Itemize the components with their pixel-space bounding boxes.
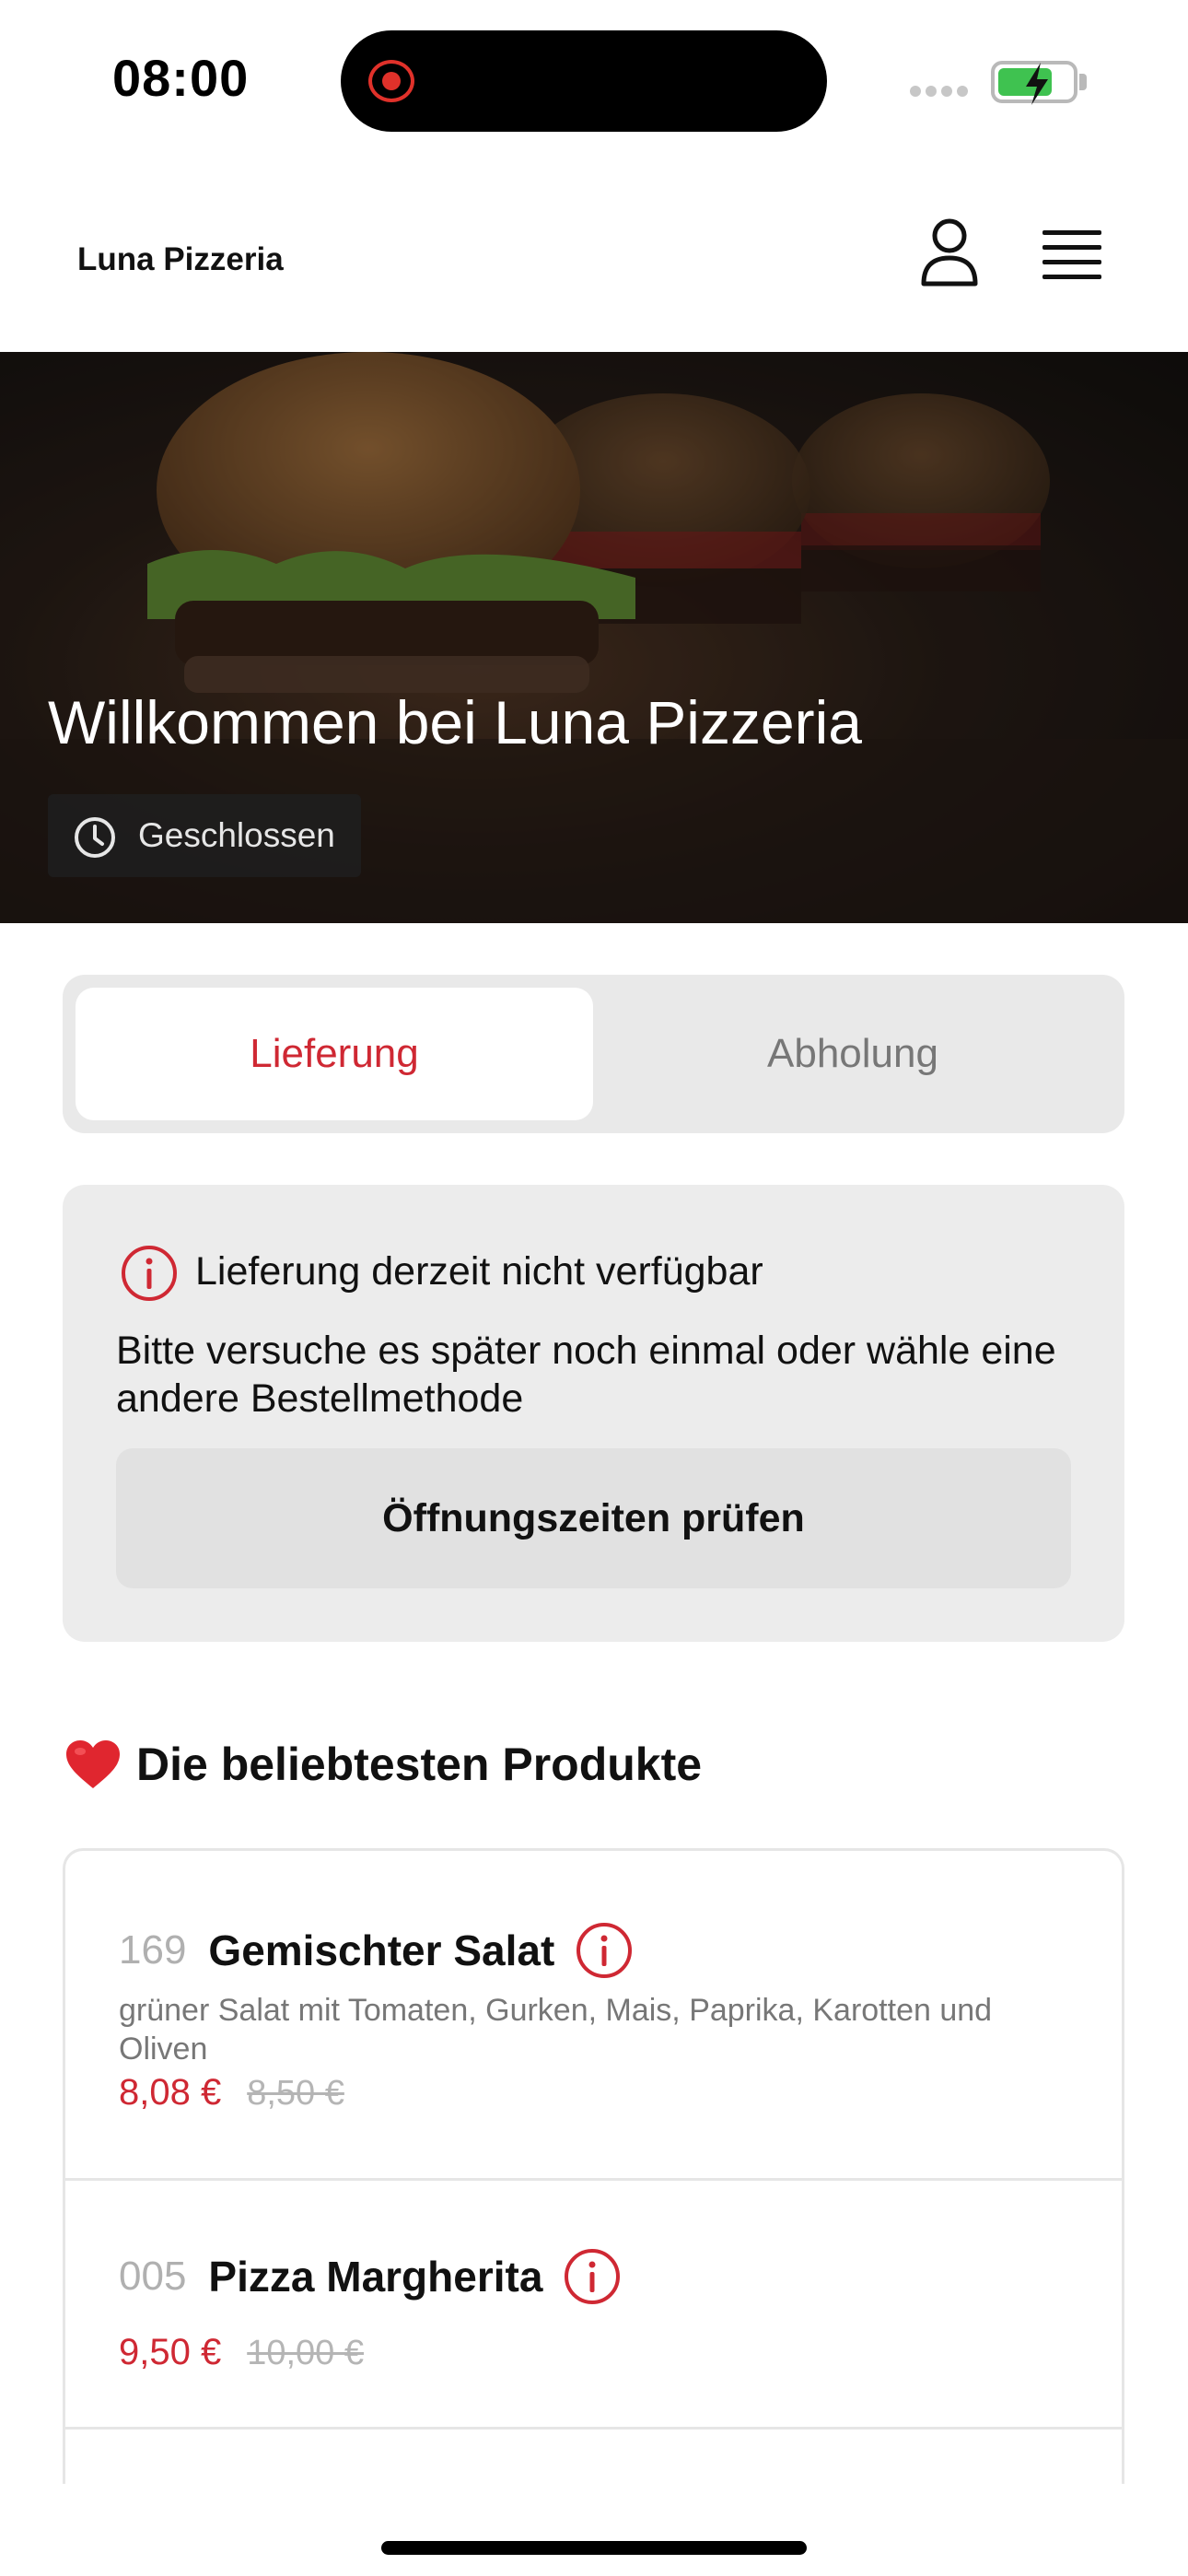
notice-text: Bitte versuche es später noch einmal ode…: [116, 1329, 1056, 1421]
order-method-tabs: Lieferung Abholung: [63, 975, 1124, 1133]
brand-name[interactable]: Luna Pizzeria: [77, 241, 284, 278]
app-header: Luna Pizzeria: [0, 157, 1188, 352]
tab-delivery[interactable]: Lieferung: [76, 988, 593, 1120]
product-header: 169 Gemischter Salat: [119, 1921, 634, 1980]
product-item[interactable]: 169 Gemischter Salat grüner Salat mit To…: [65, 1851, 1122, 2181]
check-opening-hours-button[interactable]: Öffnungszeiten prüfen: [116, 1448, 1071, 1588]
user-icon[interactable]: [919, 217, 980, 287]
status-time: 08:00: [112, 49, 250, 107]
product-number: 005: [119, 2254, 187, 2299]
product-price: 9,50 €: [119, 2332, 222, 2372]
hero-banner: Willkommen bei Luna Pizzeria Geschlossen: [0, 352, 1188, 923]
product-old-price: 10,00 €: [247, 2334, 365, 2372]
app-screen: 08:00 Luna Pizzeria Willkommen bei Luna …: [0, 0, 1188, 2576]
notice-title: Lieferung derzeit nicht verfügbar: [195, 1249, 763, 1294]
home-indicator[interactable]: [381, 2541, 807, 2555]
product-price: 8,08 €: [119, 2072, 222, 2113]
dynamic-island: [341, 30, 827, 132]
info-icon[interactable]: [563, 2247, 622, 2306]
record-icon: [368, 60, 414, 102]
heart-icon: [66, 1740, 120, 1788]
product-item[interactable]: [65, 2430, 1122, 2484]
info-icon[interactable]: [575, 1921, 634, 1980]
product-old-price: 8,50 €: [247, 2074, 344, 2113]
product-item[interactable]: 005 Pizza Margherita 9,50 € 10,00 €: [65, 2181, 1122, 2430]
delivery-unavailable-notice: Lieferung derzeit nicht verfügbar Bitte …: [63, 1185, 1124, 1642]
opening-status-badge: Geschlossen: [48, 794, 361, 877]
tab-pickup[interactable]: Abholung: [594, 988, 1112, 1120]
popular-products-heading: Die beliebtesten Produkte: [64, 1738, 702, 1791]
product-name: Gemischter Salat: [208, 1926, 555, 1974]
product-name: Pizza Margherita: [208, 2253, 543, 2301]
popular-products-list: 169 Gemischter Salat grüner Salat mit To…: [63, 1848, 1124, 2484]
signal-icon: [910, 85, 974, 98]
clock-icon: [75, 817, 115, 858]
product-description: grüner Salat mit Tomaten, Gurken, Mais, …: [119, 1993, 993, 2067]
status-bar: 08:00: [0, 0, 1188, 157]
product-prices: 9,50 € 10,00 €: [119, 2332, 364, 2373]
menu-icon[interactable]: [1042, 230, 1103, 282]
opening-status-text: Geschlossen: [138, 816, 335, 854]
info-icon: [122, 1246, 177, 1301]
battery-tip: [1079, 74, 1087, 90]
hero-title: Willkommen bei Luna Pizzeria: [48, 688, 863, 756]
product-header: 005 Pizza Margherita: [119, 2247, 622, 2306]
popular-products-title: Die beliebtesten Produkte: [136, 1739, 703, 1790]
product-number: 169: [119, 1927, 187, 1973]
battery-icon: [991, 61, 1077, 105]
product-prices: 8,08 € 8,50 €: [119, 2072, 344, 2113]
